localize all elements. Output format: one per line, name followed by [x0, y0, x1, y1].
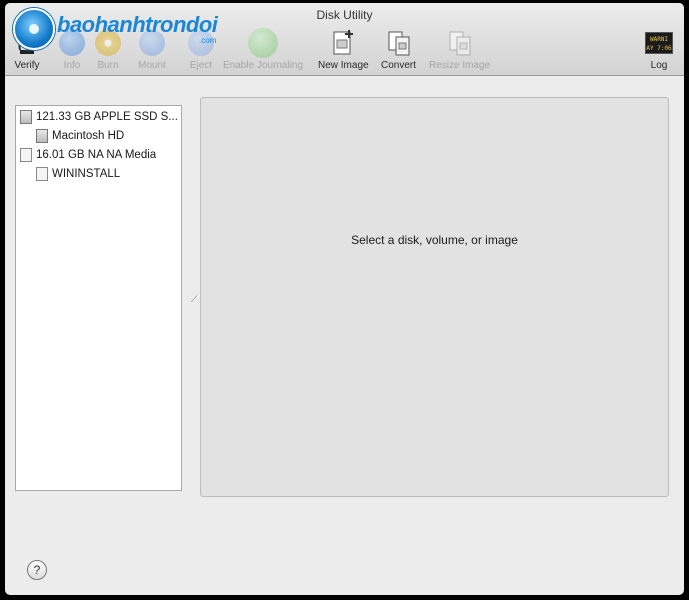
info-label: Info	[63, 60, 81, 71]
convert-button[interactable]: Convert	[381, 27, 416, 71]
toolbar: Disk Utility Verify Info Burn Mount Ejec…	[5, 3, 684, 76]
verify-label: Verify	[14, 60, 40, 71]
split-view-handle[interactable]: ⟋	[191, 294, 197, 305]
burn-label: Burn	[97, 60, 119, 71]
disk-item-apple-ssd[interactable]: 121.33 GB APPLE SSD S...	[20, 108, 178, 126]
help-button[interactable]: ?	[27, 560, 47, 580]
journaling-icon	[248, 27, 279, 59]
log-icon-text-1: WARNI	[649, 36, 669, 43]
resize-image-icon	[446, 27, 474, 59]
external-disk-icon	[20, 148, 32, 162]
disk-item-label: 16.01 GB NA NA Media	[36, 149, 157, 161]
enable-journaling-label: Enable Journaling	[223, 60, 304, 71]
resize-image-label: Resize Image	[429, 60, 491, 71]
volume-icon	[36, 129, 48, 143]
new-image-label: New Image	[318, 60, 369, 71]
volume-item-label: WININSTALL	[52, 168, 121, 180]
watermark-domain: .com	[199, 36, 217, 45]
log-icon-text-2: AY 7:06	[646, 45, 672, 52]
disk-utility-window: Disk Utility Verify Info Burn Mount Ejec…	[5, 3, 684, 595]
empty-selection-message: Select a disk, volume, or image	[351, 233, 518, 247]
watermark-text: baohanhtrondoi	[57, 12, 218, 37]
eject-label: Eject	[189, 60, 213, 71]
convert-icon	[385, 27, 413, 59]
log-label: Log	[650, 60, 668, 71]
detail-pane: Select a disk, volume, or image	[200, 97, 669, 497]
internal-disk-icon	[20, 110, 32, 124]
new-image-button[interactable]: New Image	[318, 27, 369, 71]
log-button[interactable]: WARNI AY 7:06 Log	[645, 27, 673, 71]
mount-label: Mount	[138, 60, 166, 71]
volume-item-wininstall[interactable]: WININSTALL	[36, 165, 120, 183]
disk-list: 121.33 GB APPLE SSD S... Macintosh HD 16…	[15, 105, 182, 491]
log-icon: WARNI AY 7:06	[645, 27, 673, 59]
volume-item-label: Macintosh HD	[52, 130, 125, 142]
enable-journaling-button[interactable]: Enable Journaling	[223, 27, 303, 71]
disk-item-media[interactable]: 16.01 GB NA NA Media	[20, 146, 156, 164]
volume-icon	[36, 167, 48, 181]
volume-item-macintosh-hd[interactable]: Macintosh HD	[36, 127, 124, 145]
disc-logo-icon	[13, 8, 55, 50]
convert-label: Convert	[381, 60, 417, 71]
disk-item-label: 121.33 GB APPLE SSD S...	[36, 111, 178, 123]
watermark-logo: baohanhtrondoi .com	[11, 6, 226, 51]
resize-image-button[interactable]: Resize Image	[429, 27, 490, 71]
new-image-icon	[329, 27, 357, 59]
